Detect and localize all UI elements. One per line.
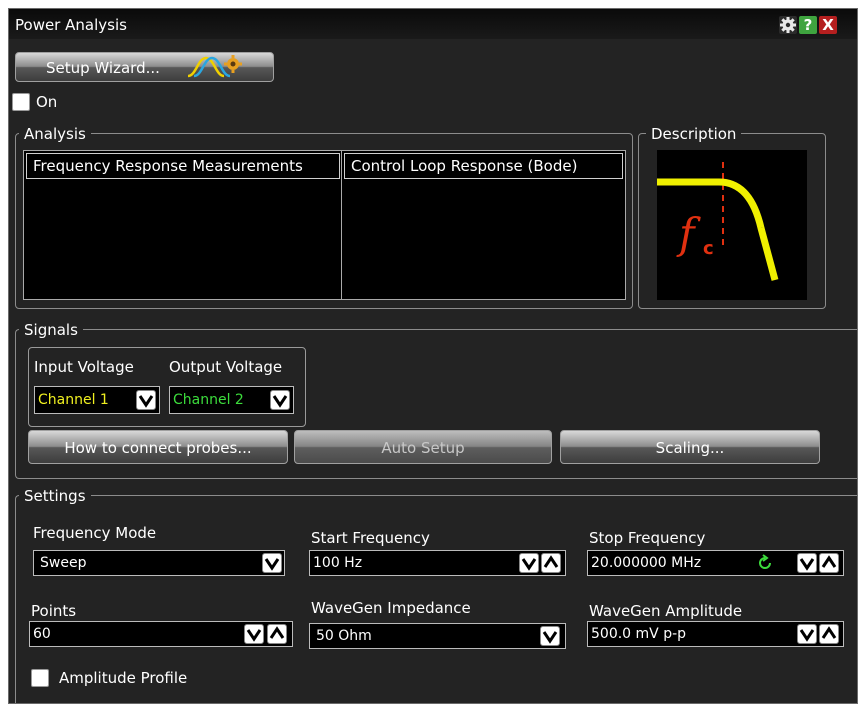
- on-checkbox[interactable]: [12, 93, 30, 111]
- settings-button[interactable]: [779, 16, 797, 34]
- title-bar: Power Analysis ? X: [9, 9, 857, 39]
- chevron-down-icon: [264, 558, 280, 571]
- points-value: 60: [33, 626, 51, 642]
- help-button[interactable]: ?: [799, 16, 817, 34]
- bode-cutoff-illustration: f c: [657, 162, 779, 281]
- chevron-down-icon: [272, 395, 288, 408]
- stop-frequency-increment-button[interactable]: [819, 553, 839, 573]
- stop-frequency-value: 20.000000 MHz: [591, 555, 702, 571]
- amplitude-profile-label: Amplitude Profile: [59, 669, 188, 687]
- chevron-up-icon: [269, 626, 285, 639]
- output-voltage-select[interactable]: Channel 2: [169, 386, 294, 414]
- close-button[interactable]: X: [819, 16, 837, 34]
- chevron-down-icon: [799, 629, 815, 642]
- window-title: Power Analysis: [15, 16, 127, 34]
- setup-wizard-label: Setup Wizard...: [46, 59, 160, 77]
- settings-legend: Settings: [19, 487, 91, 505]
- how-to-connect-probes-button[interactable]: How to connect probes...: [28, 430, 288, 464]
- start-frequency-decrement-button[interactable]: [519, 553, 539, 573]
- input-voltage-label: Input Voltage: [34, 358, 134, 376]
- chevron-up-icon: [543, 555, 559, 568]
- points-label: Points: [31, 602, 77, 620]
- signals-legend: Signals: [19, 321, 83, 339]
- analysis-legend: Analysis: [19, 125, 91, 143]
- analysis-item-frequency-response-label[interactable]: Frequency Response Measurements: [26, 153, 340, 179]
- wavegen-amplitude-decrement-button[interactable]: [797, 624, 817, 644]
- chevron-down-icon: [246, 629, 262, 642]
- frequency-mode-label: Frequency Mode: [33, 524, 157, 542]
- points-field[interactable]: 60: [29, 621, 293, 647]
- input-voltage-dropdown-button[interactable]: [136, 390, 156, 410]
- wavegen-amplitude-increment-button[interactable]: [819, 624, 839, 644]
- amplitude-profile-checkbox[interactable]: [31, 669, 49, 687]
- input-voltage-value: Channel 1: [38, 392, 109, 408]
- gear-icon: [780, 17, 796, 33]
- description-graph: f c: [657, 150, 807, 300]
- stop-frequency-decrement-button[interactable]: [797, 553, 817, 573]
- chevron-down-icon: [542, 631, 558, 644]
- start-frequency-value: 100 Hz: [313, 555, 363, 571]
- output-voltage-value: Channel 2: [173, 392, 244, 408]
- scaling-button[interactable]: Scaling...: [560, 430, 820, 464]
- wavegen-impedance-value: 50 Ohm: [316, 628, 372, 644]
- scaling-label: Scaling...: [655, 439, 725, 457]
- analysis-item-control-loop-label[interactable]: Control Loop Response (Bode): [344, 153, 623, 179]
- input-voltage-select[interactable]: Channel 1: [34, 386, 160, 414]
- how-to-connect-probes-label: How to connect probes...: [64, 439, 252, 457]
- frequency-mode-select[interactable]: Sweep: [33, 550, 285, 576]
- frequency-mode-dropdown-button[interactable]: [262, 553, 282, 573]
- chevron-up-icon: [821, 626, 837, 639]
- description-legend: Description: [646, 125, 742, 143]
- stop-frequency-field[interactable]: 20.000000 MHz: [587, 550, 844, 576]
- output-voltage-label: Output Voltage: [169, 358, 283, 376]
- on-label: On: [36, 93, 58, 111]
- wavegen-amplitude-field[interactable]: 500.0 mV p-p: [587, 621, 844, 647]
- auto-setup-label: Auto Setup: [381, 439, 465, 457]
- svg-text:f: f: [676, 209, 701, 258]
- chevron-down-icon: [521, 558, 537, 571]
- wavegen-amplitude-value: 500.0 mV p-p: [591, 626, 687, 642]
- wavegen-impedance-select[interactable]: 50 Ohm: [309, 623, 566, 649]
- wavegen-impedance-label: WaveGen Impedance: [311, 599, 471, 617]
- svg-text:c: c: [703, 238, 714, 259]
- chevron-down-icon: [799, 558, 815, 571]
- points-decrement-button[interactable]: [244, 624, 264, 644]
- output-voltage-dropdown-button[interactable]: [270, 390, 290, 410]
- close-icon: X: [822, 16, 834, 34]
- start-frequency-increment-button[interactable]: [541, 553, 561, 573]
- power-analysis-window: Power Analysis ? X Setup Wizard... On An…: [8, 8, 858, 704]
- chevron-down-icon: [138, 395, 154, 408]
- wavegen-impedance-dropdown-button[interactable]: [540, 626, 560, 646]
- frequency-mode-value: Sweep: [40, 555, 87, 571]
- refresh-icon[interactable]: [756, 554, 774, 572]
- auto-setup-button[interactable]: Auto Setup: [294, 430, 552, 464]
- stop-frequency-label: Stop Frequency: [589, 529, 706, 547]
- help-icon: ?: [803, 16, 813, 34]
- points-increment-button[interactable]: [267, 624, 287, 644]
- start-frequency-label: Start Frequency: [311, 529, 430, 547]
- analysis-list: Frequency Response Measurements Control …: [23, 150, 626, 300]
- start-frequency-field[interactable]: 100 Hz: [309, 550, 566, 576]
- setup-wizard-button[interactable]: Setup Wizard...: [15, 52, 274, 82]
- chevron-up-icon: [821, 555, 837, 568]
- wizard-wave-gear-icon: [187, 55, 242, 78]
- wavegen-amplitude-label: WaveGen Amplitude: [589, 602, 743, 620]
